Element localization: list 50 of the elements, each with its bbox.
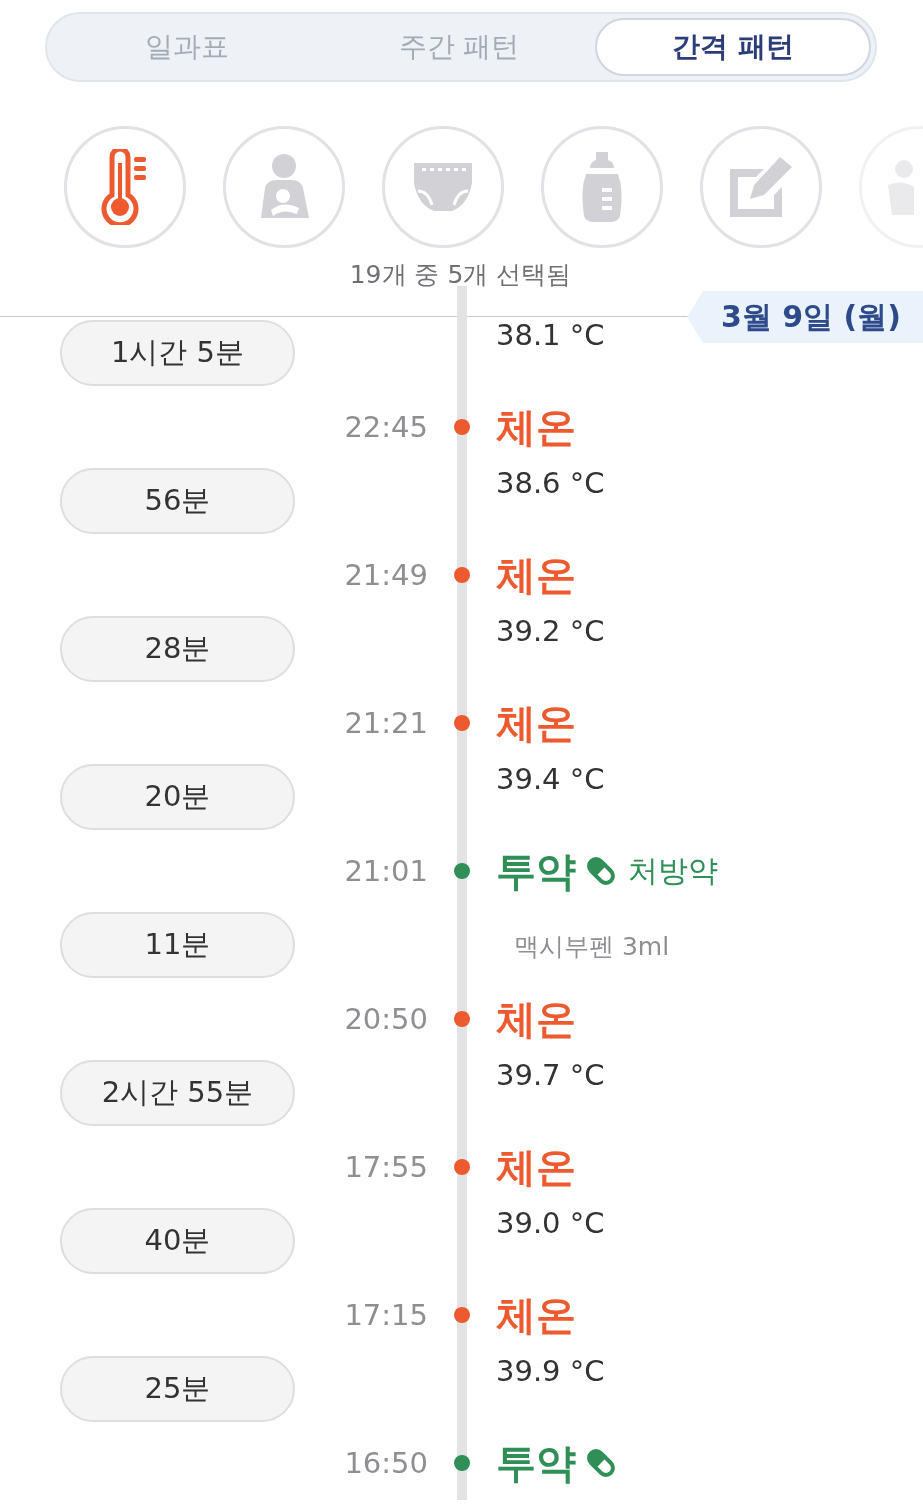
selection-summary: 19개 중 5개 선택됨 xyxy=(349,258,572,291)
date-tag: 3월 9일 (월) xyxy=(686,291,923,343)
interval-pill: 56분 xyxy=(60,468,295,534)
event-detail: 맥시부펜 3ml xyxy=(513,931,671,963)
interval-pill: 1시간 5분 xyxy=(60,320,295,386)
tab[interactable]: 간격 패턴 xyxy=(595,18,871,76)
event-time: 17:15 xyxy=(343,1298,428,1332)
timeline-dot xyxy=(454,1307,470,1323)
tab[interactable]: 주간 패턴 xyxy=(323,18,595,76)
event-time: 21:01 xyxy=(343,854,428,888)
event-time: 17:55 xyxy=(343,1150,428,1184)
interval-pill: 40분 xyxy=(60,1208,295,1274)
interval-pill: 20분 xyxy=(60,764,295,830)
interval-pill: 2시간 55분 xyxy=(60,1060,295,1126)
event-title: 체온 xyxy=(496,698,576,748)
event-value: 39.9 °C xyxy=(496,1354,606,1388)
event-value: 39.4 °C xyxy=(496,762,606,796)
event-time: 20:50 xyxy=(343,1002,428,1036)
event-time: 22:45 xyxy=(343,410,428,444)
event-value: 38.6 °C xyxy=(496,466,606,500)
event-time: 21:49 xyxy=(343,558,428,592)
capsule-icon xyxy=(584,854,618,888)
timeline-dot xyxy=(454,419,470,435)
event-title: 투약 xyxy=(496,1438,576,1488)
timeline-dot xyxy=(454,1455,470,1471)
timeline-dot xyxy=(454,567,470,583)
event-time: 21:21 xyxy=(343,706,428,740)
timeline-dot xyxy=(454,1011,470,1027)
event-title: 투약 xyxy=(496,846,576,896)
timeline-dot xyxy=(454,715,470,731)
timeline-dot xyxy=(454,1159,470,1175)
interval-pill: 25분 xyxy=(60,1356,295,1422)
edit-note-icon xyxy=(728,155,794,219)
capsule-icon xyxy=(584,1446,618,1480)
tab[interactable]: 일과표 xyxy=(51,18,323,76)
diaper-icon xyxy=(412,161,474,213)
event-tag: 처방약 xyxy=(628,850,718,892)
event-title: 체온 xyxy=(496,1290,576,1340)
event-title: 체온 xyxy=(496,994,576,1044)
event-value: 39.2 °C xyxy=(496,614,606,648)
baby-bottle-icon xyxy=(580,150,624,224)
event-value: 39.0 °C xyxy=(496,1206,606,1240)
interval-pill: 28분 xyxy=(60,616,295,682)
event-title: 체온 xyxy=(496,550,576,600)
event-title: 체온 xyxy=(496,1142,576,1192)
event-time: 16:50 xyxy=(343,1446,428,1480)
interval-pill: 11분 xyxy=(60,912,295,978)
timeline-dot xyxy=(454,863,470,879)
event-value: 39.7 °C xyxy=(496,1058,606,1092)
event-title: 체온 xyxy=(496,402,576,452)
